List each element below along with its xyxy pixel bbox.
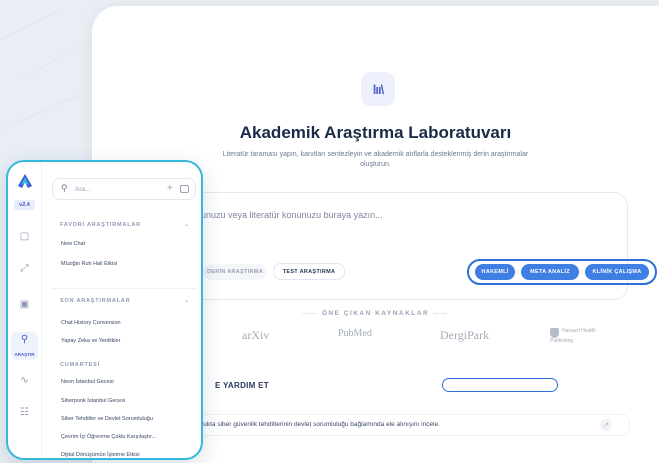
chevron-down-icon[interactable]: ⌄ (184, 221, 189, 228)
panel-toggle-icon[interactable] (180, 185, 189, 193)
wave-icon[interactable]: ∿ (18, 374, 31, 387)
page-title: Akademik Araştırma Laboratuvarı (239, 123, 512, 142)
version-badge: v2.4 (14, 200, 35, 210)
icon-rail: v2.4 ▢ ⤢ ▣ ⚲ ARAŞTIR ∿ ☷ (8, 162, 42, 458)
shield-icon (550, 328, 559, 338)
recent-title: SON ARAŞTIRMALAR (60, 298, 131, 304)
recent-item[interactable]: Yapay Zeka ve Yenilikler (61, 338, 121, 344)
source-dergipark-logo[interactable]: DergiPark (440, 328, 489, 343)
mode-clinical-study-button[interactable]: KLİNİK ÇALIŞMA (585, 264, 649, 280)
nav-research-label: ARAŞTIR (14, 352, 35, 357)
favorite-item[interactable]: New Chat (61, 241, 85, 247)
favorite-item[interactable]: Müziğin Ruh Hali Etkisi (61, 261, 117, 267)
query-input[interactable]: unuzu veya literatür konunuzu buraya yaz… (201, 210, 383, 220)
help-section-title: E YARDIM ET (215, 381, 269, 390)
day-title: CUMARTESİ (60, 362, 100, 368)
history-item[interactable]: Çevrim İçi Öğrenme Çoklu Karşılaştır... (61, 434, 156, 440)
sidebar-search-input[interactable]: Ara... (75, 186, 91, 193)
history-item[interactable]: Siberpunk İstanbul Gecesi (61, 398, 125, 404)
favorites-title: FAVORİ ARAŞTIRMALAR (60, 222, 141, 228)
help-highlight-oval (442, 378, 558, 392)
history-item[interactable]: Siber Tehditler ve Devlet Sorumluluğu (61, 416, 153, 422)
search-icon: ⚲ (20, 334, 29, 345)
recent-item[interactable]: Chat History Conversion (61, 320, 121, 326)
sidebar-search[interactable]: ⚲ Ara... + (52, 178, 196, 200)
suggestion-arrow-icon[interactable]: ↗ (600, 419, 612, 431)
mode-test-research-button[interactable]: TEST ARAŞTIRMA (273, 263, 345, 280)
app-logo-icon (18, 174, 32, 188)
suggestion-text: kukta siber güvenlik tehditlerinin devle… (200, 421, 440, 428)
plus-icon[interactable]: + (167, 183, 173, 194)
book-icon[interactable]: ☷ (18, 406, 31, 419)
expand-icon[interactable]: ⤢ (18, 262, 31, 275)
source-harvard-logo[interactable]: Harvard Health Publishing (550, 328, 614, 344)
search-icon: ⚲ (61, 183, 68, 193)
mode-peer-reviewed-button[interactable]: HAKEMLİ (475, 264, 515, 280)
sidebar-panel: v2.4 ▢ ⤢ ▣ ⚲ ARAŞTIR ∿ ☷ ⚲ Ara... + FAVO… (6, 160, 203, 460)
gallery-icon[interactable]: ▣ (18, 298, 31, 311)
mode-meta-analysis-button[interactable]: META ANALİZ (521, 264, 579, 280)
source-pubmed-logo[interactable]: PubMed (338, 328, 372, 339)
divider (52, 288, 196, 289)
history-item[interactable]: Dijital Dönüşümün İşletme Etkisi (61, 452, 140, 458)
lab-logo-icon: lıı\ (361, 72, 395, 106)
source-arxiv-logo[interactable]: arXiv (242, 328, 269, 343)
mode-deep-research-button[interactable]: DERİN ARAŞTIRMA (203, 264, 267, 280)
page-subtitle: Literatür taraması yapın, kanıtları sent… (222, 151, 529, 168)
query-box: unuzu veya literatür konunuzu buraya yaz… (190, 192, 657, 300)
chat-icon[interactable]: ▢ (18, 230, 31, 243)
history-item[interactable]: Neon İstanbul Gecesi (61, 379, 114, 385)
chevron-down-icon[interactable]: ⌄ (184, 297, 189, 304)
